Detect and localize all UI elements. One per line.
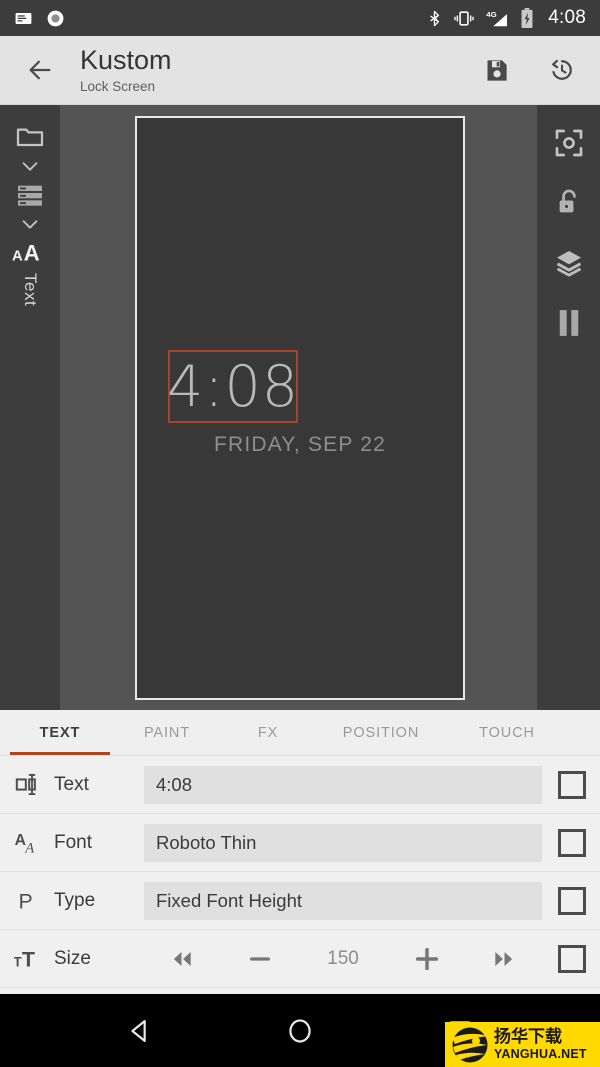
font-size-icon: A A <box>12 237 48 267</box>
nav-back-button[interactable] <box>112 1003 168 1059</box>
status-bar-right: 4G 4:08 <box>426 7 586 29</box>
pause-icon <box>554 307 584 339</box>
preview-clock-time: 4:08 <box>167 353 299 420</box>
preset-folder-button[interactable] <box>0 121 60 153</box>
svg-text:T: T <box>22 947 35 971</box>
arrow-back-icon <box>26 56 54 84</box>
right-toolbar <box>537 105 600 710</box>
page-subtitle: Lock Screen <box>80 78 156 94</box>
editor-tabs: TEXT PAINT FX POSITION TOUCH <box>0 710 600 756</box>
size-formula-checkbox[interactable] <box>558 944 586 973</box>
watermark-en: YANGHUA.NET <box>494 1047 587 1062</box>
record-circle-icon <box>46 9 65 28</box>
selected-module-outline[interactable]: 4:08 <box>167 350 299 423</box>
unlock-icon <box>554 187 584 219</box>
nav-home-circle-icon <box>286 1017 314 1045</box>
text-formula-checkbox[interactable] <box>558 770 586 799</box>
app-bar-actions <box>476 50 582 90</box>
svg-text:A: A <box>15 832 26 849</box>
layers-list-icon <box>14 179 46 211</box>
preview-clock-date: FRIDAY, SEP 22 <box>213 433 387 456</box>
row-size-label: Size <box>54 947 91 969</box>
layers-button[interactable] <box>553 247 585 279</box>
row-type: P Type Fixed Font Height <box>0 872 600 930</box>
watermark-cn: 扬华下载 <box>494 1027 562 1047</box>
watermark-text: 扬华下载 YANGHUA.NET <box>494 1028 587 1061</box>
layer-expand-button[interactable] <box>0 211 60 237</box>
bluetooth-icon <box>426 9 443 28</box>
layers-icon <box>553 247 585 279</box>
yanghua-globe-logo-icon <box>449 1025 491 1065</box>
font-value-field[interactable]: Roboto Thin <box>144 823 542 862</box>
row-size: T T Size 150 <box>0 930 600 988</box>
plus-icon[interactable] <box>407 939 447 979</box>
history-button[interactable] <box>542 50 582 90</box>
app-bar: Kustom Lock Screen <box>0 36 600 105</box>
system-nav-bar: 扬华下载 YANGHUA.NET <box>0 994 600 1067</box>
type-formula-checkbox[interactable] <box>558 886 586 915</box>
tab-touch[interactable]: TOUCH <box>448 710 566 755</box>
vibrate-icon <box>453 9 475 28</box>
svg-text:A: A <box>24 841 34 856</box>
app-root: 4G 4:08 Kustom Lock Screen A A Text 4:08… <box>0 0 600 1067</box>
type-value-field[interactable]: Fixed Font Height <box>144 881 542 920</box>
font-aa-icon: A A <box>14 829 48 856</box>
status-bar-left <box>14 9 65 28</box>
screenshot-button[interactable] <box>553 127 585 159</box>
svg-text:P: P <box>19 889 33 913</box>
folder-icon <box>14 121 46 153</box>
text-value-field[interactable]: 4:08 <box>144 765 542 804</box>
svg-text:A: A <box>12 248 23 264</box>
chevron-down-icon <box>19 155 41 177</box>
left-rail-module-label: Text <box>21 273 40 307</box>
chevron-down-icon <box>19 213 41 235</box>
row-text: Text 4:08 <box>0 756 600 814</box>
news-icon <box>14 9 33 28</box>
nav-home-button[interactable] <box>272 1003 328 1059</box>
crop-focus-icon <box>553 127 585 159</box>
wallpaper-canvas[interactable]: 4:08 FRIDAY, SEP 22 <box>135 116 465 700</box>
nav-back-triangle-icon <box>126 1017 154 1045</box>
size-stepper: 150 <box>144 939 542 979</box>
folder-expand-button[interactable] <box>0 153 60 179</box>
tab-text[interactable]: TEXT <box>8 710 112 755</box>
minus-icon[interactable] <box>240 939 280 979</box>
settings-rows: Text 4:08 A A Font Roboto Thin P Type Fi <box>0 756 600 994</box>
svg-text:A: A <box>24 240 40 265</box>
save-button[interactable] <box>476 50 516 90</box>
battery-charging-icon <box>520 8 534 28</box>
back-button[interactable] <box>18 48 62 92</box>
lock-toggle-button[interactable] <box>554 187 584 219</box>
tab-fx[interactable]: FX <box>222 710 314 755</box>
row-type-label: Type <box>54 889 96 911</box>
row-font-label: Font <box>54 831 93 853</box>
signal-4g-icon: 4G <box>485 9 510 28</box>
tab-paint[interactable]: PAINT <box>112 710 222 755</box>
canvas-inner: 4:08 FRIDAY, SEP 22 <box>137 118 463 698</box>
pause-preview-button[interactable] <box>554 307 584 339</box>
left-toolbar: A A Text <box>0 105 60 710</box>
text-width-icon <box>14 771 48 798</box>
fast-forward-icon[interactable] <box>484 939 524 979</box>
page-title: Kustom <box>80 45 172 76</box>
app-bar-titles: Kustom Lock Screen <box>80 45 172 94</box>
status-bar: 4G 4:08 <box>0 0 600 36</box>
font-formula-checkbox[interactable] <box>558 828 586 857</box>
history-icon <box>548 56 576 84</box>
fast-rewind-icon[interactable] <box>162 939 202 979</box>
svg-text:4G: 4G <box>486 9 496 18</box>
paragraph-icon: P <box>14 887 48 914</box>
tab-position[interactable]: POSITION <box>314 710 448 755</box>
size-value[interactable]: 150 <box>317 948 369 970</box>
status-bar-clock: 4:08 <box>548 7 586 28</box>
layer-list-button[interactable] <box>0 179 60 211</box>
row-text-label: Text <box>54 773 89 795</box>
save-icon <box>483 57 510 84</box>
text-module-button[interactable]: A A <box>0 237 60 267</box>
watermark-badge: 扬华下载 YANGHUA.NET <box>445 1022 600 1067</box>
text-size-icon: T T <box>14 945 48 972</box>
preview-stage[interactable]: A A Text 4:08 FRIDAY, SEP 22 <box>0 105 600 710</box>
row-font: A A Font Roboto Thin <box>0 814 600 872</box>
